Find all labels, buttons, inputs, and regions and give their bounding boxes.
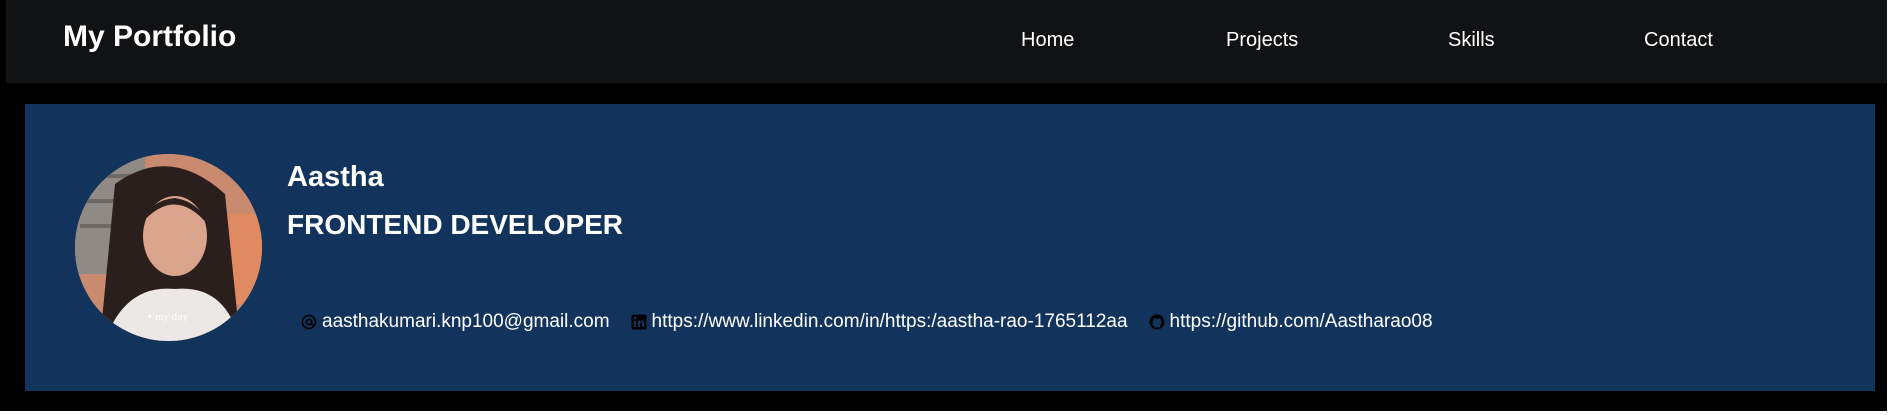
at-icon xyxy=(300,313,318,331)
avatar: • my day xyxy=(75,154,262,341)
nav-item-projects[interactable]: Projects xyxy=(1226,29,1298,52)
brand-title[interactable]: My Portfolio xyxy=(63,20,236,54)
linkedin-icon xyxy=(630,313,648,331)
nav-item-skills[interactable]: Skills xyxy=(1448,29,1495,52)
profile-name: Aastha xyxy=(287,161,384,193)
page: My Portfolio Home Projects Skills Contac… xyxy=(0,0,1894,415)
avatar-caption: • my day xyxy=(147,313,189,323)
contact-linkedin[interactable]: https://www.linkedin.com/in/https:/aasth… xyxy=(630,311,1128,333)
navbar: My Portfolio Home Projects Skills Contac… xyxy=(6,0,1887,83)
contact-github[interactable]: https://github.com/Aastharao08 xyxy=(1148,311,1433,333)
github-icon xyxy=(1148,313,1166,331)
contact-linkedin-text[interactable]: https://www.linkedin.com/in/https:/aasth… xyxy=(652,311,1128,333)
profile-card: • my day Aastha FRONTEND DEVELOPER aasth… xyxy=(25,104,1875,391)
contact-email[interactable]: aasthakumari.knp100@gmail.com xyxy=(300,311,610,333)
contact-github-text[interactable]: https://github.com/Aastharao08 xyxy=(1170,311,1433,333)
contact-row: aasthakumari.knp100@gmail.com https://ww… xyxy=(300,311,1453,333)
profile-role: FRONTEND DEVELOPER xyxy=(287,209,624,240)
avatar-photo: • my day xyxy=(75,154,262,341)
nav-item-contact[interactable]: Contact xyxy=(1644,29,1713,52)
nav-item-home[interactable]: Home xyxy=(1021,29,1074,52)
contact-email-text[interactable]: aasthakumari.knp100@gmail.com xyxy=(322,311,610,333)
